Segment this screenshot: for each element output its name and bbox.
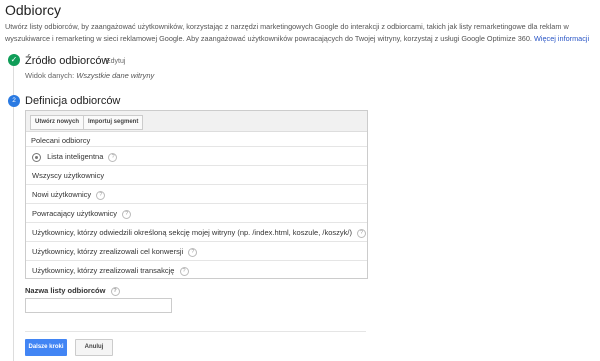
help-icon[interactable]: ? (122, 209, 132, 219)
step1-data-view: Widok danych: Wszystkie dane witryny (25, 71, 154, 80)
help-icon[interactable]: ? (108, 152, 118, 162)
page-title: Odbiorcy (5, 2, 62, 18)
suggested-audiences-heading: Polecani odbiorcy (31, 136, 91, 145)
help-icon[interactable]: ? (188, 247, 198, 257)
audience-item-new-users[interactable]: Nowi użytkownicy ? (26, 184, 367, 203)
check-circle-icon: ✓ (8, 54, 20, 66)
steps-line (13, 66, 14, 361)
audience-label: Nowi użytkownicy (32, 190, 92, 199)
step2-number-badge: 2 (8, 95, 20, 107)
audience-item-smart-list[interactable]: Lista inteligentna ? (26, 146, 367, 165)
divider (25, 331, 366, 332)
step1-title: Źródło odbiorców (25, 55, 110, 67)
help-icon[interactable]: ? (110, 286, 120, 296)
step1-edit-link[interactable]: Edytuj (106, 58, 125, 65)
smart-list-icon (32, 152, 41, 162)
audience-label: Lista inteligentna (47, 152, 104, 161)
help-icon[interactable]: ? (179, 266, 189, 276)
audience-label: Wszyscy użytkownicy (32, 171, 105, 180)
learn-more-link[interactable]: Więcej informacji (534, 34, 589, 43)
import-segment-button[interactable]: Importuj segment (83, 115, 144, 130)
audience-name-label: Nazwa listy odbiorców ? (25, 286, 120, 296)
audience-label: Użytkownicy, którzy odwiedzili określoną… (32, 228, 352, 237)
description-text: Utwórz listy odbiorców, by zaangażować u… (5, 22, 569, 43)
audience-item-completed-goal[interactable]: Użytkownicy, którzy zrealizowali cel kon… (26, 241, 367, 260)
create-new-button[interactable]: Utwórz nowych (30, 115, 85, 130)
audience-label: Powracający użytkownicy (32, 209, 118, 218)
cancel-button[interactable]: Anuluj (75, 339, 113, 356)
help-icon[interactable]: ? (357, 228, 367, 238)
audience-name-label-text: Nazwa listy odbiorców (25, 286, 106, 295)
page-description: Utwórz listy odbiorców, by zaangażować u… (5, 21, 595, 45)
next-steps-button[interactable]: Dalsze kroki (25, 339, 67, 356)
audience-definition-panel: Utwórz nowych Importuj segment Polecani … (25, 110, 368, 279)
audience-item-all-users[interactable]: Wszyscy użytkownicy (26, 165, 367, 184)
step2-title: Definicja odbiorców (25, 95, 121, 107)
audience-label: Użytkownicy, którzy zrealizowali cel kon… (32, 247, 184, 256)
audience-label: Użytkownicy, którzy zrealizowali transak… (32, 266, 175, 275)
audience-item-visited-section[interactable]: Użytkownicy, którzy odwiedzili określoną… (26, 222, 367, 241)
view-label: Widok danych: (25, 71, 75, 80)
view-value: Wszystkie dane witryny (76, 71, 155, 80)
audience-item-completed-transaction[interactable]: Użytkownicy, którzy zrealizowali transak… (26, 260, 367, 278)
help-icon[interactable]: ? (96, 190, 106, 200)
panel-toolbar: Utwórz nowych Importuj segment (26, 111, 367, 132)
audience-item-returning-users[interactable]: Powracający użytkownicy ? (26, 203, 367, 222)
audience-name-input[interactable] (25, 298, 172, 313)
